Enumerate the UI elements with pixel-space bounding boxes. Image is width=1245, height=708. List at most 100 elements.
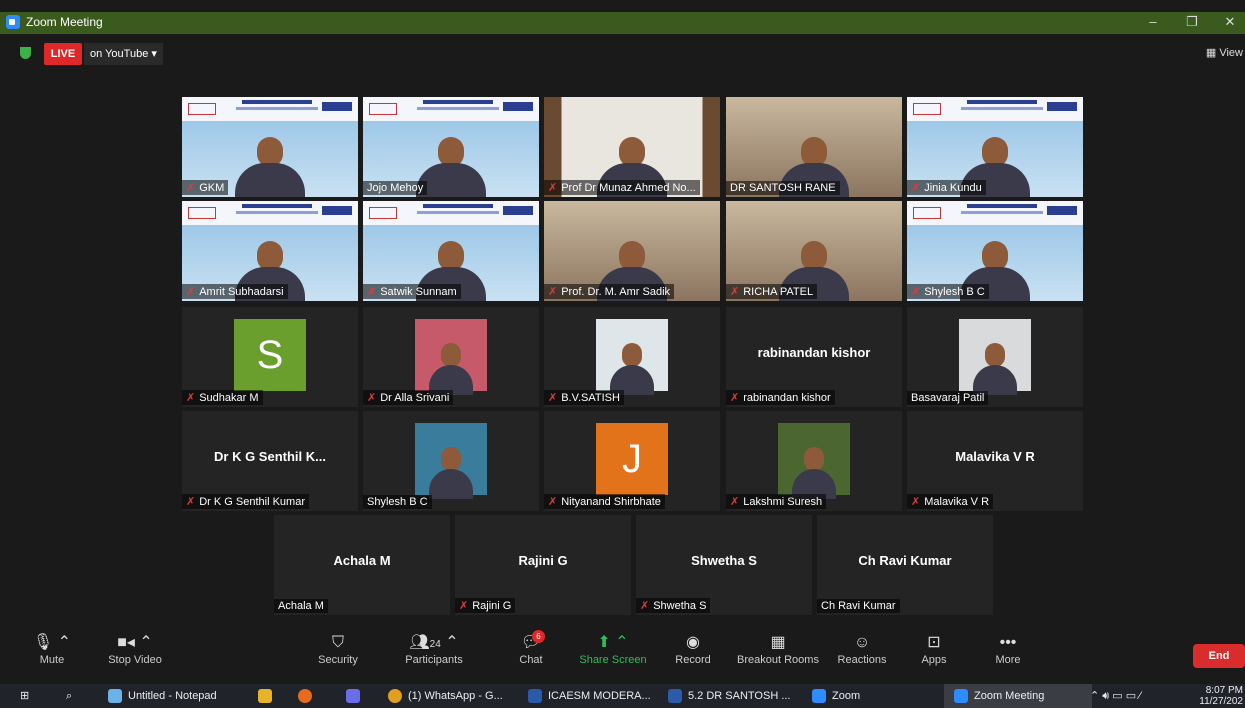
- record-button[interactable]: ◉ Record: [670, 632, 716, 666]
- share-screen-icon: ⬆ ⌃: [597, 634, 629, 651]
- participant-name-label: Achala M: [274, 599, 328, 613]
- avatar-photo: [596, 319, 668, 395]
- participant-tile[interactable]: ✗ Jinia Kundu: [907, 97, 1083, 197]
- participant-tile[interactable]: Jojo Mehoy: [363, 97, 539, 197]
- participant-tile[interactable]: J ✗ Nityanand Shirbhate: [544, 411, 720, 511]
- taskbar-notepad[interactable]: Untitled - Notepad: [108, 684, 217, 708]
- muted-mic-icon: ✗: [640, 600, 650, 612]
- system-tray-icons[interactable]: ⌃ 🔊︎ ▭ ▭ ⁄: [1090, 684, 1141, 708]
- shield-icon: ⛉: [331, 634, 344, 651]
- participant-tile[interactable]: rabinandan kishor ✗ rabinandan kishor: [726, 307, 902, 407]
- avatar-photo: [778, 423, 850, 499]
- search-icon[interactable]: ⌕: [66, 684, 72, 708]
- taskbar-label: Untitled - Notepad: [128, 690, 217, 702]
- muted-mic-icon: ✗: [911, 286, 921, 298]
- restore-button[interactable]: ❐: [1177, 14, 1207, 30]
- muted-mic-icon: ✗: [186, 392, 196, 404]
- conference-banner: [182, 97, 358, 121]
- windows-taskbar: ⊞ ⌕ Untitled - Notepad (1) WhatsApp - G.…: [0, 684, 1245, 708]
- participant-tile[interactable]: Basavaraj Patil: [907, 307, 1083, 407]
- participant-tile[interactable]: DR SANTOSH RANE: [726, 97, 902, 197]
- word-icon: [528, 689, 542, 704]
- participant-tile[interactable]: ✗ Prof Dr Munaz Ahmed No...: [544, 97, 720, 197]
- participant-name: Prof Dr Munaz Ahmed No...: [561, 182, 696, 194]
- end-meeting-button[interactable]: End: [1193, 644, 1245, 668]
- discord-icon[interactable]: [346, 684, 366, 708]
- participant-name-label: ✗ Prof Dr Munaz Ahmed No...: [544, 180, 700, 195]
- breakout-rooms-button[interactable]: ▦ Breakout Rooms: [734, 632, 822, 666]
- reactions-button[interactable]: ☺ Reactions: [834, 632, 890, 666]
- participant-tile[interactable]: ✗ Amrit Subhadarsi: [182, 201, 358, 301]
- close-button[interactable]: ✕: [1215, 14, 1245, 30]
- security-shield-icon[interactable]: [20, 47, 31, 59]
- participant-name: Shwetha S: [653, 600, 707, 612]
- view-button[interactable]: ▦ View: [1206, 46, 1243, 59]
- participant-tile[interactable]: Ch Ravi Kumar Ch Ravi Kumar: [817, 515, 993, 615]
- taskbar-zoom-meeting[interactable]: Zoom Meeting: [944, 684, 1092, 708]
- participant-tile[interactable]: Malavika V R ✗ Malavika V R: [907, 411, 1083, 511]
- participants-label: Participants: [405, 654, 463, 666]
- zoom-icon: [812, 689, 826, 704]
- muted-mic-icon: ✗: [459, 600, 469, 612]
- record-icon: ◉: [686, 634, 700, 651]
- participant-tile[interactable]: ✗ Prof. Dr. M. Amr Sadik: [544, 201, 720, 301]
- firefox-icon[interactable]: [298, 684, 318, 708]
- chat-button[interactable]: 6 💬︎ Chat: [512, 630, 550, 666]
- stream-dropdown[interactable]: on YouTube ▾: [84, 43, 163, 65]
- chat-app-icon: [346, 689, 360, 704]
- clock-date: 11/27/202: [1199, 696, 1243, 707]
- participant-tile[interactable]: ✗ RICHA PATEL: [726, 201, 902, 301]
- participant-name: Jinia Kundu: [924, 182, 982, 194]
- participant-name-label: ✗ Dr Alla Srivani: [363, 390, 454, 405]
- participant-tile[interactable]: S ✗ Sudhakar M: [182, 307, 358, 407]
- participant-tile[interactable]: Shylesh B C: [363, 411, 539, 511]
- conference-banner: [907, 201, 1083, 225]
- participant-tile[interactable]: ✗ Shylesh B C: [907, 201, 1083, 301]
- participant-display-name: rabinandan kishor: [757, 345, 871, 360]
- browser-icon: [298, 689, 312, 704]
- minimize-button[interactable]: –: [1138, 14, 1168, 29]
- mute-button[interactable]: 🎙︎ ⌃ Mute: [30, 632, 74, 666]
- file-explorer-icon[interactable]: [258, 684, 278, 708]
- participant-name-label: Shylesh B C: [363, 495, 432, 509]
- avatar-photo: [415, 319, 487, 395]
- participant-tile[interactable]: ✗ GKM: [182, 97, 358, 197]
- muted-mic-icon: ✗: [548, 392, 558, 404]
- conference-banner: [182, 201, 358, 225]
- participant-tile[interactable]: ✗ Satwik Sunnam: [363, 201, 539, 301]
- participant-tile[interactable]: ✗ Lakshmi Suresh: [726, 411, 902, 511]
- participant-name-label: Ch Ravi Kumar: [817, 599, 900, 613]
- participant-name: Achala M: [278, 600, 324, 612]
- participant-name-label: ✗ Dr K G Senthil Kumar: [182, 494, 309, 509]
- taskbar-word-icaesm[interactable]: ICAESM MODERA...: [528, 684, 651, 708]
- live-badge[interactable]: LIVE: [44, 43, 82, 65]
- participant-tile[interactable]: Rajini G ✗ Rajini G: [455, 515, 631, 615]
- participant-name-label: Jojo Mehoy: [363, 181, 428, 195]
- taskbar-label: Zoom: [832, 690, 861, 702]
- taskbar-whatsapp[interactable]: (1) WhatsApp - G...: [388, 684, 503, 708]
- stop-video-button[interactable]: ■◂ ⌃ Stop Video: [100, 632, 170, 666]
- system-clock[interactable]: 8:07 PM 11/27/202: [1199, 685, 1243, 707]
- participant-tile[interactable]: Dr K G Senthil K... ✗ Dr K G Senthil Kumar: [182, 411, 358, 511]
- windows-start-icon[interactable]: ⊞: [20, 684, 29, 708]
- participant-name: Malavika V R: [924, 496, 990, 508]
- participant-tile[interactable]: ✗ Dr Alla Srivani: [363, 307, 539, 407]
- participants-count: 24: [429, 639, 441, 650]
- title-bar: Zoom Meeting – ❐ ✕: [0, 0, 1245, 34]
- participant-tile[interactable]: Shwetha S ✗ Shwetha S: [636, 515, 812, 615]
- share-screen-button[interactable]: ⬆ ⌃ Share Screen: [576, 632, 650, 666]
- grid-icon: ▦: [1205, 47, 1220, 59]
- participant-tile[interactable]: Achala M Achala M: [274, 515, 450, 615]
- participant-name-label: ✗ Lakshmi Suresh: [726, 494, 827, 509]
- participant-name-label: ✗ Rajini G: [455, 598, 516, 613]
- participant-name: Dr Alla Srivani: [380, 392, 450, 404]
- apps-button[interactable]: ⊡ Apps: [914, 632, 954, 666]
- security-button[interactable]: ⛉ Security: [312, 632, 364, 666]
- participant-display-name: Rajini G: [518, 553, 568, 568]
- participant-name: B.V.SATISH: [561, 392, 620, 404]
- taskbar-word-santosh[interactable]: 5.2 DR SANTOSH ...: [668, 684, 791, 708]
- more-button[interactable]: ••• More: [986, 632, 1030, 666]
- participants-button[interactable]: 👥︎24 ⌃ Participants: [398, 632, 470, 666]
- participant-tile[interactable]: ✗ B.V.SATISH: [544, 307, 720, 407]
- taskbar-zoom[interactable]: Zoom: [812, 684, 860, 708]
